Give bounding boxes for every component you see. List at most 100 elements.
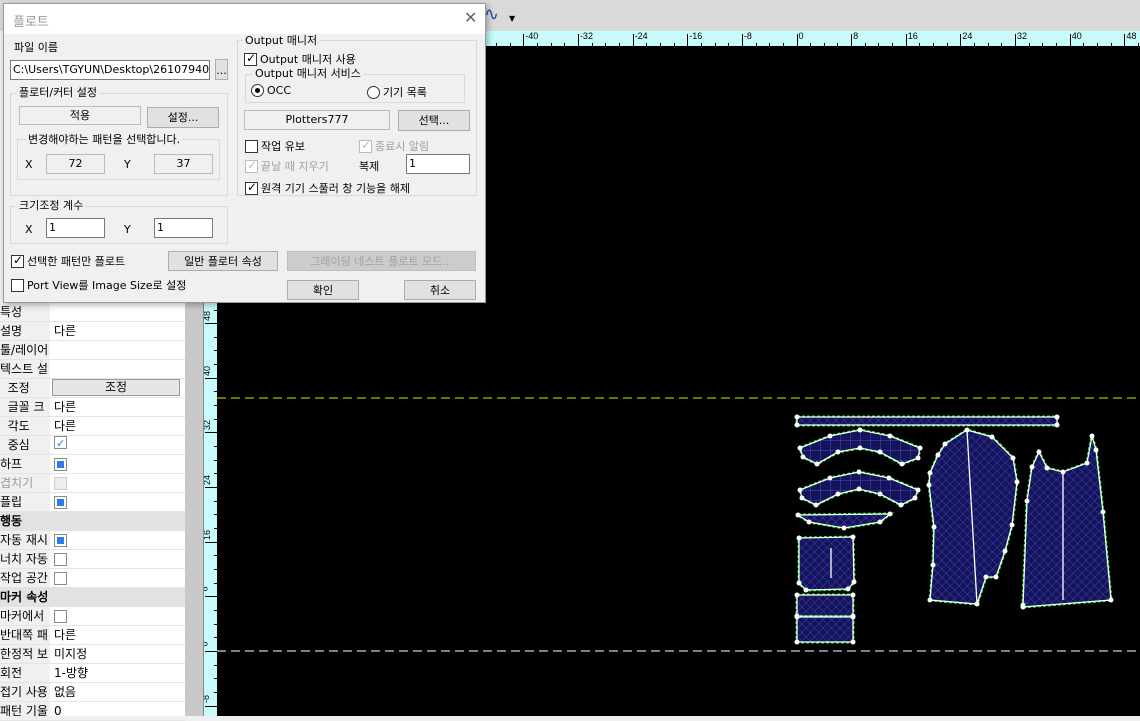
property-value[interactable]	[51, 303, 185, 321]
property-checkbox[interactable]	[54, 435, 67, 453]
property-key: 자동 재시	[0, 531, 50, 549]
adjust-button[interactable]: 조정	[52, 379, 180, 396]
property-value[interactable]	[51, 474, 185, 492]
property-row[interactable]: 각도 다른	[0, 417, 185, 436]
scale-y-label: Y	[124, 223, 131, 236]
disable-spooler-checkbox[interactable]: 원격 기기 스풀러 창 기능을 해제	[245, 180, 410, 196]
close-icon[interactable]: ✕	[464, 8, 477, 27]
property-value[interactable]	[51, 341, 185, 359]
control-point	[795, 512, 801, 518]
property-value[interactable]: 1-방향	[51, 664, 185, 682]
property-value[interactable]: 다른	[51, 398, 185, 416]
selected-only-checkbox[interactable]: 선택한 패턴만 플로트	[11, 253, 125, 269]
ruler-label: 0	[204, 641, 210, 646]
control-point	[841, 525, 847, 531]
property-value[interactable]	[51, 493, 185, 511]
property-row[interactable]: 특성	[0, 303, 185, 322]
control-point	[942, 441, 948, 447]
waistband-piece	[796, 416, 1058, 426]
property-row[interactable]: 텍스트 설	[0, 360, 185, 379]
property-row[interactable]: 작업 공간	[0, 569, 185, 588]
property-row[interactable]: 툴/레이어	[0, 341, 185, 360]
property-row[interactable]: 설명 다른	[0, 322, 185, 341]
use-output-manager-checkbox[interactable]: Output 매니저 사용	[244, 51, 356, 67]
property-row[interactable]: 겹치기	[0, 474, 185, 493]
property-row[interactable]: 글꼴 크 다른	[0, 398, 185, 417]
property-value[interactable]	[51, 607, 185, 625]
dropdown-arrow-icon[interactable]: ▼	[509, 14, 515, 23]
control-point	[835, 449, 841, 455]
property-row[interactable]: 회전 1-방향	[0, 664, 185, 683]
property-value[interactable]: 다른	[51, 417, 185, 435]
property-row[interactable]: 하프	[0, 455, 185, 474]
control-point	[794, 592, 800, 598]
scale-y-input[interactable]: 1	[154, 218, 213, 238]
ok-button[interactable]: 확인	[287, 280, 359, 300]
property-row[interactable]: 너치 자동	[0, 550, 185, 569]
property-value[interactable]	[51, 531, 185, 549]
ruler-tick	[1015, 34, 1017, 46]
property-row[interactable]: 플립	[0, 493, 185, 512]
radio-occ[interactable]: OCC	[251, 84, 291, 97]
ruler-tick	[523, 34, 525, 46]
radio-device-list[interactable]: 기기 목록	[367, 84, 427, 100]
ruler-label: 8	[204, 587, 210, 592]
scale-x-input[interactable]: 1	[46, 218, 105, 238]
property-row[interactable]: 중심	[0, 435, 185, 455]
file-path-input[interactable]: C:\Users\TGYUN\Desktop\261079407v	[10, 60, 210, 80]
property-checkbox[interactable]	[54, 553, 67, 566]
property-row[interactable]: 마커 속성	[0, 588, 185, 607]
property-scrollbar[interactable]	[185, 303, 203, 716]
property-row[interactable]: 접기 사용 없음	[0, 683, 185, 702]
property-key: 마커 속성	[0, 588, 185, 606]
property-row[interactable]: 자동 재시	[0, 531, 185, 550]
property-key: 하프	[0, 455, 50, 473]
copies-input[interactable]: 1	[406, 154, 470, 174]
plotter-group-label: 플로터/커터 설정	[17, 86, 100, 99]
property-value[interactable]: 다른	[51, 626, 185, 644]
control-point	[850, 592, 856, 598]
property-value[interactable]: 없음	[51, 683, 185, 701]
notify-on-finish-checkbox: 종료시 알림	[359, 138, 429, 154]
property-key: 너치 자동	[0, 550, 50, 568]
property-checkbox[interactable]	[54, 572, 67, 585]
property-row[interactable]: 마커에서	[0, 607, 185, 626]
property-checkbox[interactable]	[54, 610, 67, 623]
hold-job-checkbox[interactable]: 작업 유보	[245, 138, 305, 154]
property-row[interactable]: 조정 조정	[0, 379, 185, 398]
general-plotter-properties-button[interactable]: 일반 플로터 속성	[168, 251, 278, 271]
control-point	[1044, 465, 1050, 471]
browse-button[interactable]: ...	[215, 59, 228, 80]
property-row[interactable]: 한정적 보 미지정	[0, 645, 185, 664]
property-row[interactable]: 행동	[0, 512, 185, 531]
control-point	[845, 586, 851, 592]
property-value[interactable]: 다른	[51, 322, 185, 340]
curve-tool-icon[interactable]: ∿	[484, 4, 499, 25]
property-checkbox[interactable]	[54, 496, 67, 509]
property-value[interactable]	[51, 455, 185, 473]
settings-button[interactable]: 설정...	[147, 107, 219, 128]
property-value[interactable]	[51, 569, 185, 587]
select-plotter-button[interactable]: 선택...	[398, 110, 470, 131]
property-value[interactable]	[51, 360, 185, 378]
property-value[interactable]	[51, 550, 185, 568]
property-value[interactable]: 0	[51, 702, 185, 720]
property-row[interactable]: 반대쪽 패 다른	[0, 626, 185, 645]
property-checkbox[interactable]	[54, 534, 67, 547]
control-point	[993, 574, 999, 580]
property-value[interactable]	[51, 435, 185, 454]
property-key: 각도	[0, 417, 50, 435]
cancel-button[interactable]: 취소	[404, 280, 476, 300]
ruler-label: -32	[579, 31, 593, 41]
scale-group-label: 크기조정 계수	[17, 199, 86, 212]
property-checkbox[interactable]	[54, 458, 67, 471]
property-value[interactable]: 미지정	[51, 645, 185, 663]
property-key: 글꼴 크	[0, 398, 50, 416]
property-row[interactable]: 패턴 기울 0	[0, 702, 185, 721]
plot-dialog: 플로트 ✕ 파일 이름 C:\Users\TGYUN\Desktop\26107…	[3, 3, 486, 303]
ruler-tick	[796, 34, 798, 46]
facing-piece-1	[796, 594, 854, 617]
property-value[interactable]: 조정	[51, 379, 185, 397]
port-view-checkbox[interactable]: Port View를 Image Size로 설정	[11, 277, 186, 293]
ruler-tick	[205, 432, 217, 434]
